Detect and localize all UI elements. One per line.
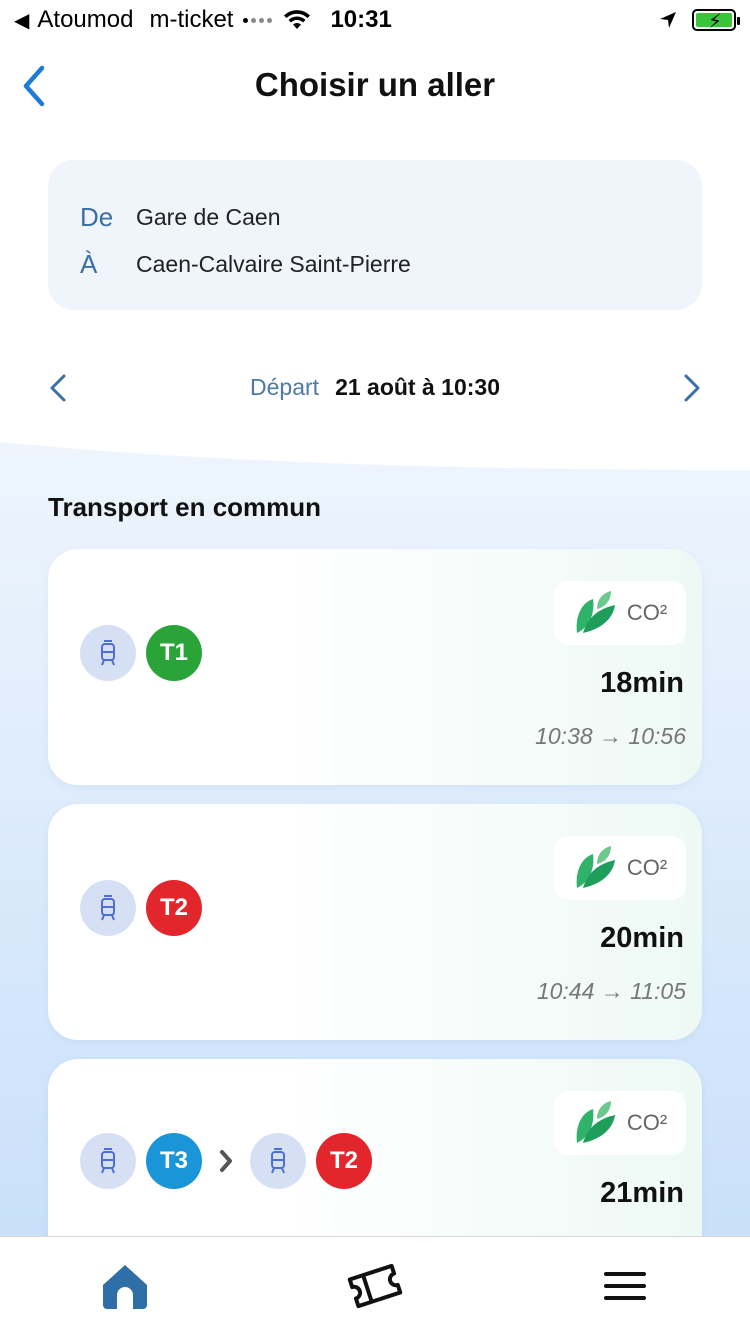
carrier-name: m-ticket: [149, 6, 234, 33]
journey-times: 10:38 → 10:56: [535, 723, 686, 749]
status-bar: ◀ Atoumod m-ticket 10:31 ⚡: [0, 0, 750, 40]
co2-label: CO²: [626, 855, 668, 880]
leaf-icon: [576, 591, 615, 633]
tram-icon: [80, 1133, 136, 1189]
journey-lines: T2: [80, 880, 202, 936]
journey-card[interactable]: T1 CO² 18min 10:38 → 10:56: [48, 549, 702, 785]
section-title: Transport en commun: [48, 492, 322, 522]
route-from-row: De Gare de Caen: [80, 194, 702, 241]
co2-label: CO²: [626, 1110, 668, 1135]
back-to-app-icon[interactable]: ◀: [14, 8, 29, 33]
location-arrow-icon: [660, 12, 676, 28]
line-badge: T1: [146, 625, 202, 681]
route-summary[interactable]: De Gare de Caen À Caen-Calvaire Saint-Pi…: [48, 160, 702, 310]
line-badge: T2: [146, 880, 202, 936]
line-badge: T2: [316, 1133, 372, 1189]
journey-duration: 18min: [600, 667, 684, 699]
from-label: De: [80, 202, 114, 232]
back-button[interactable]: [16, 62, 56, 110]
nav-tickets-button[interactable]: [335, 1246, 415, 1326]
next-date-button[interactable]: [676, 368, 706, 408]
to-value: Caen-Calvaire Saint-Pierre: [136, 251, 411, 277]
tram-icon: [80, 625, 136, 681]
journey-lines: T1: [80, 625, 202, 681]
menu-icon: [604, 1271, 646, 1300]
to-label: À: [80, 249, 98, 279]
line-badge: T3: [146, 1133, 202, 1189]
co2-badge: CO²: [554, 1091, 686, 1155]
header: Choisir un aller: [0, 50, 750, 120]
co2-label: CO²: [626, 600, 668, 625]
route-to-row: À Caen-Calvaire Saint-Pierre: [80, 241, 702, 288]
wifi-icon: [284, 10, 311, 29]
previous-date-button[interactable]: [44, 368, 74, 408]
journey-card[interactable]: T2 CO² 20min 10:44 → 11:05: [48, 804, 702, 1040]
tram-icon: [250, 1133, 306, 1189]
bottom-nav: [0, 1236, 750, 1334]
departure-date-selector: Départ 21 août à 10:30: [0, 360, 750, 414]
journey-lines: T3 T2: [80, 1133, 372, 1189]
nav-menu-button[interactable]: [585, 1246, 665, 1326]
status-time: 10:31: [330, 6, 392, 33]
battery-icon: ⚡: [692, 9, 740, 33]
co2-badge: CO²: [554, 836, 686, 900]
leaf-icon: [576, 1101, 615, 1143]
page-title: Choisir un aller: [254, 66, 496, 103]
signal-icon: [243, 17, 273, 23]
nav-home-button[interactable]: [85, 1246, 165, 1326]
home-icon: [103, 1264, 147, 1309]
back-app-name[interactable]: Atoumod: [37, 6, 133, 34]
journey-duration: 21min: [600, 1177, 684, 1209]
tram-icon: [80, 880, 136, 936]
departure-label: Départ: [250, 373, 320, 400]
leaf-icon: [576, 846, 615, 888]
ticket-icon: [347, 1263, 403, 1308]
from-value: Gare de Caen: [136, 204, 281, 230]
departure-value[interactable]: 21 août à 10:30: [335, 374, 500, 401]
co2-badge: CO²: [554, 581, 686, 645]
chevron-right-icon: [216, 1147, 236, 1175]
journey-times: 10:44 → 11:05: [536, 978, 686, 1004]
journey-duration: 20min: [600, 922, 684, 954]
